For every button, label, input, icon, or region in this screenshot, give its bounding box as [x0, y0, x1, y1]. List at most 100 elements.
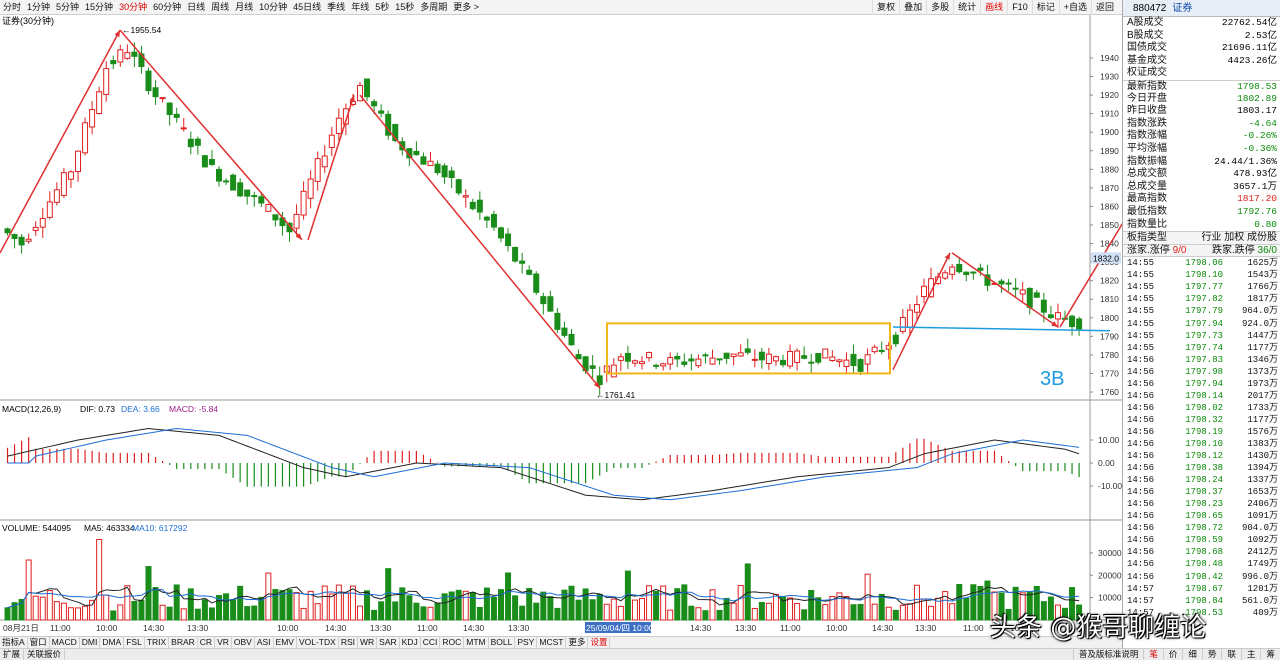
tick-volume: 1625万	[1247, 258, 1278, 269]
period-tab[interactable]: 5秒	[372, 0, 392, 15]
quote-key: 最新指数	[1127, 80, 1167, 92]
toolbar-button[interactable]: 画线	[980, 0, 1007, 15]
tick-row: 14:56 1798.59 1092万	[1123, 534, 1280, 546]
indicator-tab[interactable]: 窗口	[28, 637, 50, 648]
indicator-tab[interactable]: TRIX	[145, 637, 170, 648]
period-tab[interactable]: 45日线	[290, 0, 324, 15]
period-tab[interactable]: 季线	[324, 0, 348, 15]
indicator-tab[interactable]: DMA	[100, 637, 125, 648]
period-tab[interactable]: 10分钟	[256, 0, 290, 15]
indicator-tab[interactable]: 设置	[588, 637, 611, 648]
quote-key: 最低指数	[1127, 205, 1167, 217]
quote-key: 指数量比	[1127, 218, 1167, 230]
macd-histogram	[6, 437, 1080, 487]
indicator-tab[interactable]: 指标A	[0, 637, 28, 648]
toolbar-button[interactable]: +自选	[1058, 0, 1091, 15]
volume-bar	[787, 597, 794, 621]
indicator-tab[interactable]: KDJ	[400, 637, 421, 648]
indicator-tab[interactable]: PSY	[515, 637, 538, 648]
period-tab[interactable]: 15分钟	[82, 0, 116, 15]
time-label: 11:00	[417, 623, 438, 633]
kline-chart[interactable]: 1940 1930 1920 1910 1900 1890 1880 1870 1860 1850…	[0, 15, 1122, 636]
indicator-tab[interactable]: 更多	[566, 637, 589, 648]
bottom-right-tab[interactable]: 筹	[1260, 649, 1280, 660]
toolbar-button[interactable]: F10	[1007, 0, 1032, 15]
indicator-tab[interactable]: CCI	[421, 637, 441, 648]
candle-body	[18, 236, 25, 246]
indicator-tab[interactable]: BOLL	[489, 637, 516, 648]
candle-body	[660, 363, 667, 367]
volume-bar	[582, 588, 589, 621]
indicator-tab[interactable]: SAR	[377, 637, 400, 648]
indicator-tab[interactable]: MTM	[464, 637, 489, 648]
indicator-tab[interactable]: VR	[215, 637, 232, 648]
indicator-tab[interactable]: EMV	[274, 637, 297, 648]
indicator-tab[interactable]: BRAR	[169, 637, 198, 648]
quote-row: 总成交额 478.93亿	[1123, 168, 1280, 181]
period-tab[interactable]: 15秒	[392, 0, 417, 15]
volume-bar	[244, 606, 251, 621]
tick-volume: 1973万	[1247, 378, 1278, 389]
tick-price: 1798.14	[1185, 390, 1223, 401]
indicator-tab[interactable]: RSI	[339, 637, 358, 648]
period-tab[interactable]: 5分钟	[53, 0, 82, 15]
period-tab[interactable]: 年线	[348, 0, 372, 15]
tick-price: 1798.02	[1185, 402, 1223, 413]
indicator-tab[interactable]: VOL-TDX	[297, 637, 339, 648]
period-tab[interactable]: 更多 >	[450, 0, 482, 15]
toolbar-button[interactable]: 返回	[1090, 0, 1118, 15]
period-tab[interactable]: 多周期	[417, 0, 450, 15]
quote-row: 最低指数 1792.76	[1123, 206, 1280, 219]
indicator-tab[interactable]: FSL	[124, 637, 145, 648]
tick-time: 14:56	[1127, 354, 1155, 365]
indicator-tab[interactable]: MCST	[537, 637, 567, 648]
period-tab[interactable]: 1分钟	[24, 0, 53, 15]
price-tick: 1820	[1100, 276, 1119, 286]
tick-volume: 1733万	[1247, 402, 1278, 413]
volume-bar	[899, 604, 906, 621]
volume-bar	[328, 593, 335, 621]
bottom-left-tab[interactable]: 扩展	[0, 649, 25, 660]
candle-body	[378, 110, 385, 114]
volume-bar	[857, 603, 864, 621]
candle-body	[751, 358, 758, 361]
index-name[interactable]: 证券	[1172, 3, 1192, 14]
indicator-tab[interactable]: OBV	[232, 637, 255, 648]
macd-legend-item: DIF: 0.73	[80, 404, 115, 414]
toolbar-button[interactable]: 叠加	[899, 0, 926, 15]
indicator-tab[interactable]: MACD	[50, 637, 80, 648]
bottom-right-tab[interactable]: 价	[1162, 649, 1183, 660]
period-tab[interactable]: 60分钟	[150, 0, 184, 15]
toolbar-button[interactable]: 标记	[1031, 0, 1059, 15]
toolbar-button[interactable]: 多股	[926, 0, 953, 15]
volume-legend-item: MA5: 463334	[84, 523, 135, 533]
indicator-tab[interactable]: DMI	[80, 637, 101, 648]
tick-list[interactable]: 14:55 1798.06 1625万 14:55 1798.10 1543万 14:55 1…	[1123, 256, 1280, 618]
volume-bar	[963, 597, 970, 621]
indicator-tab[interactable]: ASI	[255, 637, 274, 648]
period-tab[interactable]: 分时	[0, 0, 24, 15]
bottom-right-tab[interactable]: 主	[1240, 649, 1261, 660]
candle-body	[110, 60, 117, 65]
period-tab[interactable]: 日线	[184, 0, 208, 15]
bottom-right-tab[interactable]: 联	[1221, 649, 1241, 660]
tick-row: 14:56 1798.10 1383万	[1123, 438, 1280, 450]
bottom-right-tab[interactable]: 势	[1201, 649, 1222, 660]
indicator-tab[interactable]: CR	[198, 637, 216, 648]
bottom-right-tab[interactable]: 普及版标准说明	[1072, 649, 1144, 660]
bottom-left-tab[interactable]: 关联报价	[24, 649, 66, 660]
toolbar-button[interactable]: 复权	[872, 0, 899, 15]
toolbar-button[interactable]: 统计	[953, 0, 980, 15]
tick-price: 1798.67	[1185, 583, 1223, 594]
bottom-right-tab[interactable]: 细	[1182, 649, 1202, 660]
period-tab[interactable]: 周线	[208, 0, 232, 15]
indicator-tab[interactable]: WR	[358, 637, 378, 648]
quote-key: 平均涨幅	[1127, 142, 1167, 154]
bottom-right-tab[interactable]: 笔	[1143, 649, 1163, 660]
period-tab[interactable]: 30分钟	[116, 0, 150, 15]
tick-volume: 1653万	[1247, 487, 1278, 498]
quote-row: 最新指数 1798.53	[1123, 79, 1280, 93]
volume-bar	[469, 591, 476, 621]
indicator-tab[interactable]: ROC	[440, 637, 465, 648]
period-tab[interactable]: 月线	[232, 0, 256, 15]
